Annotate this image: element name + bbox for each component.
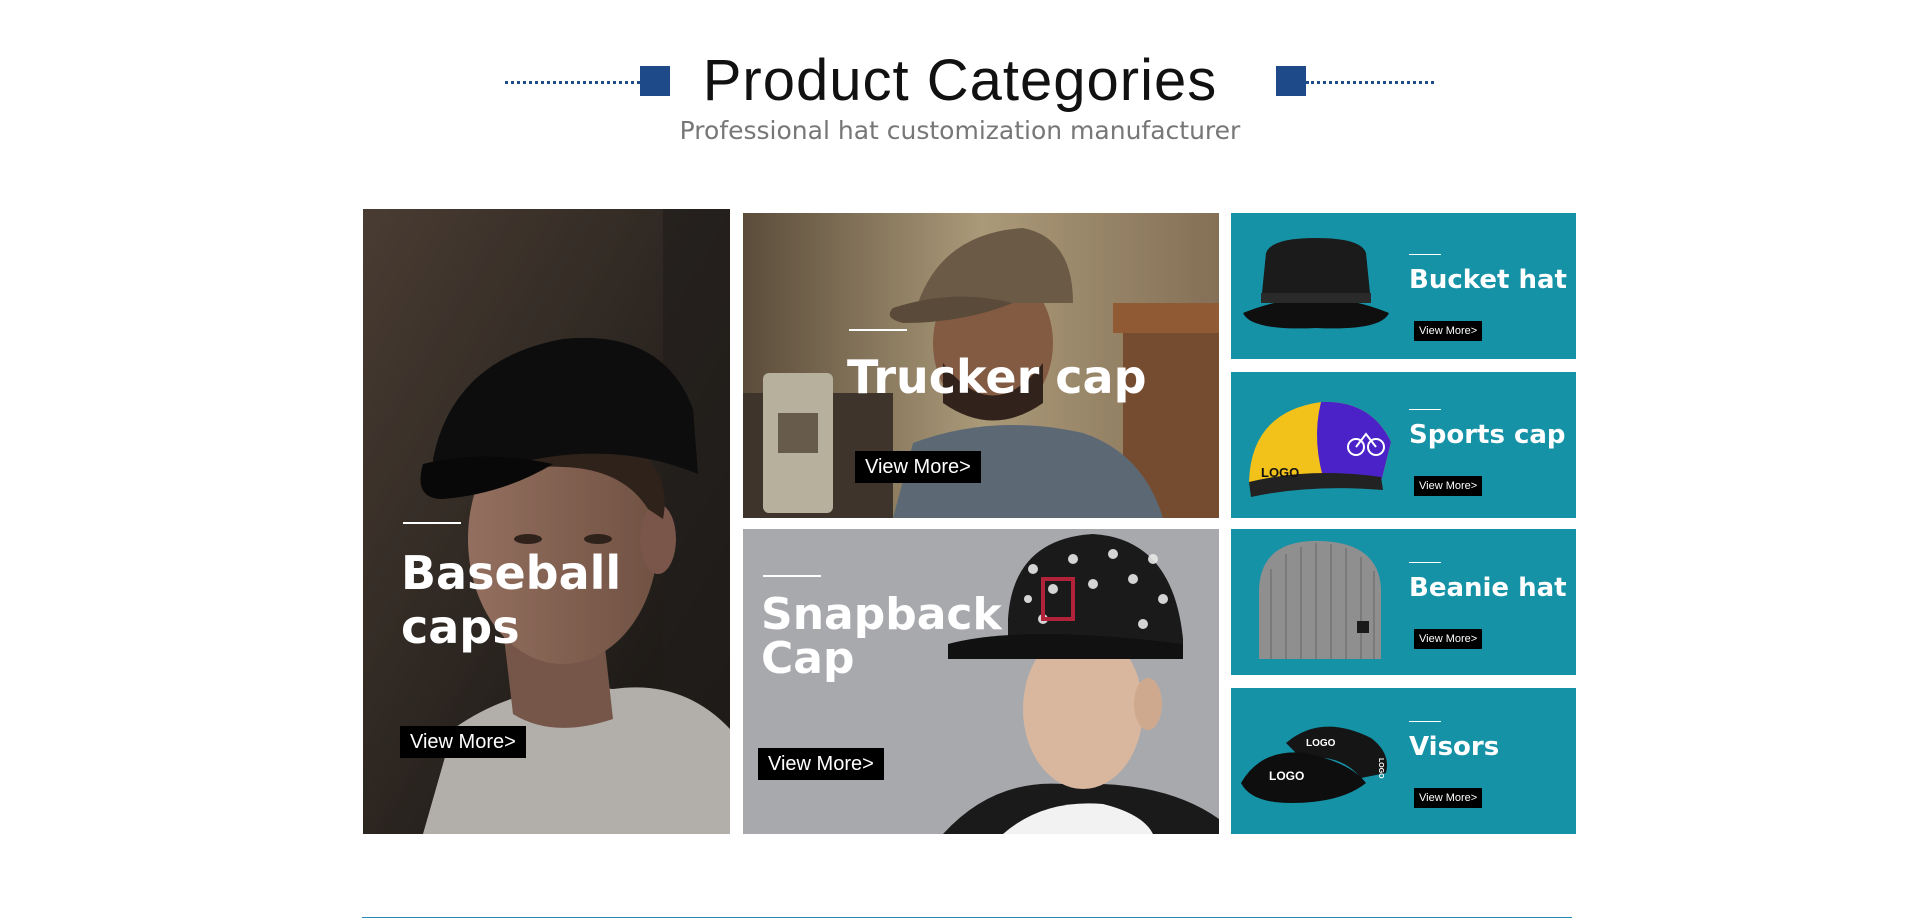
trucker-cap-view-more-button[interactable]: View More>	[855, 451, 981, 483]
sports-cap-image: LOGO	[1249, 401, 1391, 497]
visors-logo-top: LOGO	[1306, 738, 1336, 749]
bucket-hat-label: Bucket hat	[1409, 265, 1567, 295]
baseball-caps-label: Baseball caps	[401, 546, 622, 654]
header-dotted-line-right	[1306, 81, 1434, 84]
card-trucker-cap[interactable]: Trucker cap View More>	[743, 213, 1219, 518]
card-snapback-cap[interactable]: Snapback Cap View More>	[743, 529, 1219, 834]
baseball-caps-rule	[403, 522, 461, 524]
section-header: Product Categories Professional hat cust…	[0, 0, 1920, 160]
trucker-cap-rule	[849, 329, 907, 331]
visors-view-more-button[interactable]: View More>	[1414, 788, 1483, 808]
beanie-hat-label: Beanie hat	[1409, 573, 1567, 603]
snapback-cap-view-more-button[interactable]: View More>	[758, 748, 884, 780]
sports-cap-logo-text: LOGO	[1261, 465, 1299, 480]
card-sports-cap[interactable]: LOGO Sports cap View More>	[1231, 372, 1576, 518]
visors-image: LOGO LOGO LOGO	[1241, 726, 1387, 803]
visors-logo-front: LOGO	[1269, 769, 1304, 783]
beanie-hat-view-more-button[interactable]: View More>	[1414, 629, 1483, 649]
trucker-cap-label: Trucker cap	[847, 350, 1147, 404]
bucket-hat-rule	[1409, 254, 1441, 255]
snapback-cap-rule	[763, 575, 821, 577]
header-square-right	[1276, 66, 1306, 96]
card-beanie-hat[interactable]: Beanie hat View More>	[1231, 529, 1576, 675]
header-square-left	[640, 66, 670, 96]
header-dotted-line-left	[505, 81, 640, 84]
card-visors[interactable]: LOGO LOGO LOGO Visors View More>	[1231, 688, 1576, 834]
snapback-cap-label-line2: Cap	[761, 633, 855, 684]
beanie-hat-rule	[1409, 562, 1441, 563]
sports-cap-view-more-button[interactable]: View More>	[1414, 476, 1483, 496]
page-title: Product Categories	[702, 48, 1218, 113]
card-baseball-caps[interactable]: Baseball caps View More>	[363, 209, 730, 834]
beanie-hat-image	[1259, 540, 1381, 659]
visors-logo-side: LOGO	[1377, 758, 1384, 779]
bucket-hat-image	[1243, 238, 1389, 329]
visors-label: Visors	[1409, 732, 1500, 762]
sports-cap-label: Sports cap	[1409, 420, 1566, 450]
baseball-caps-view-more-button[interactable]: View More>	[400, 726, 526, 758]
bucket-hat-view-more-button[interactable]: View More>	[1414, 321, 1483, 341]
visors-rule	[1409, 721, 1441, 722]
card-bucket-hat[interactable]: Bucket hat View More>	[1231, 213, 1576, 359]
sports-cap-rule	[1409, 409, 1441, 410]
page-subtitle: Professional hat customization manufactu…	[679, 116, 1241, 145]
